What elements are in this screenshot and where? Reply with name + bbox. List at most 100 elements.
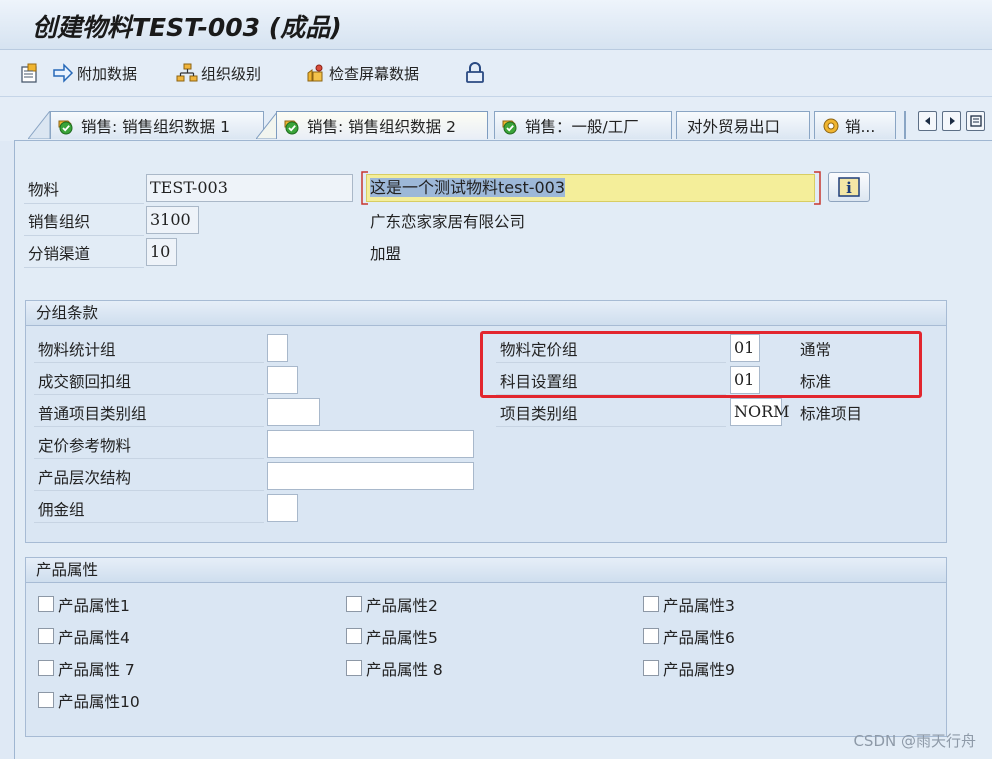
- label-underline: [24, 267, 144, 268]
- org-levels-button[interactable]: 组织级别: [176, 62, 261, 84]
- tab-edge: [28, 111, 50, 139]
- product-attribute-1-checkbox[interactable]: [38, 596, 54, 612]
- org-levels-label: 组织级别: [201, 64, 262, 83]
- item-category-group-description: 标准项目: [800, 405, 863, 423]
- material-statistics-group-field[interactable]: [267, 334, 288, 362]
- tab-label: 销售：一般/工厂: [525, 117, 639, 136]
- dist-channel-description: 加盟: [370, 245, 402, 263]
- product-attribute-5-checkbox[interactable]: [346, 628, 362, 644]
- field-focus-brackets: [361, 171, 821, 205]
- product-attribute-8-checkbox[interactable]: [346, 660, 362, 676]
- tab-list-button[interactable]: [966, 111, 985, 131]
- check-data-icon: [307, 64, 323, 82]
- label-underline: [34, 426, 264, 427]
- tab-strip: 销售: 销售组织数据 1 销售: 销售组织数据 2 销售：一般/工厂 对外贸易出…: [0, 97, 992, 141]
- tab-sales-org-2[interactable]: 销售: 销售组织数据 2: [276, 111, 488, 139]
- product-attribute-3-label: 产品属性3: [663, 597, 735, 615]
- document-icon: [21, 63, 37, 83]
- tab-label: 销...: [845, 117, 876, 136]
- product-attribute-4-label: 产品属性4: [58, 629, 130, 647]
- product-attribute-8-label: 产品属性 8: [366, 661, 443, 679]
- label-underline: [24, 235, 144, 236]
- label-underline: [34, 458, 264, 459]
- label-underline: [24, 203, 144, 204]
- highlight-box: [480, 331, 922, 398]
- additional-data-label: 附加数据: [77, 64, 138, 83]
- window-title: 创建物料TEST-003 (成品): [32, 13, 342, 42]
- tab-divider: [904, 111, 906, 139]
- volume-rebate-group-label: 成交额回扣组: [38, 373, 132, 391]
- sales-org-description: 广东恋家家居有限公司: [370, 213, 526, 231]
- dist-channel-label: 分销渠道: [28, 245, 91, 263]
- info-icon: i: [838, 177, 860, 197]
- chevron-right-icon: [949, 117, 955, 125]
- tab-label: 销售: 销售组织数据 2: [307, 117, 456, 136]
- check-screen-data-button[interactable]: 检查屏幕数据: [304, 62, 419, 84]
- dist-channel-field[interactable]: 10: [146, 238, 177, 266]
- chevron-left-icon: [924, 117, 930, 125]
- product-attribute-5-label: 产品属性5: [366, 629, 438, 647]
- tab-sales-general-plant[interactable]: 销售：一般/工厂: [494, 111, 672, 139]
- grouping-terms-title: 分组条款: [26, 301, 946, 326]
- pricing-ref-material-field[interactable]: [267, 430, 474, 458]
- tab-scroll-left-button[interactable]: [918, 111, 937, 131]
- sales-org-label: 销售组织: [28, 213, 91, 231]
- product-hierarchy-label: 产品层次结构: [38, 469, 132, 487]
- tab-sales-org-1[interactable]: 销售: 销售组织数据 1: [50, 111, 264, 139]
- settings-icon: [823, 118, 839, 133]
- product-attribute-4-checkbox[interactable]: [38, 628, 54, 644]
- product-hierarchy-field[interactable]: [267, 462, 474, 490]
- product-attribute-6-checkbox[interactable]: [643, 628, 659, 644]
- toolbar: 附加数据 组织级别 检查屏幕数据: [0, 50, 992, 97]
- tab-label: 销售: 销售组织数据 1: [81, 117, 230, 136]
- check-icon: [58, 120, 73, 134]
- additional-data-button[interactable]: 附加数据: [52, 62, 137, 84]
- product-attributes-group: 产品属性: [25, 557, 947, 737]
- material-label: 物料: [28, 181, 60, 199]
- material-field[interactable]: TEST-003: [146, 174, 353, 202]
- label-underline: [34, 362, 264, 363]
- tab-scroll-right-button[interactable]: [942, 111, 961, 131]
- product-attribute-1-label: 产品属性1: [58, 597, 130, 615]
- pricing-ref-material-label: 定价参考物料: [38, 437, 132, 455]
- watermark: CSDN @雨天行舟: [853, 732, 976, 750]
- tab-edge: [256, 111, 278, 139]
- item-category-group-label: 项目类别组: [500, 405, 578, 423]
- product-attribute-10-label: 产品属性10: [58, 693, 140, 711]
- check-icon: [502, 120, 517, 134]
- item-category-group-field[interactable]: NORM: [730, 398, 790, 426]
- check-screen-data-label: 检查屏幕数据: [329, 64, 420, 83]
- sales-org-field[interactable]: 3100: [146, 206, 199, 234]
- product-attribute-7-checkbox[interactable]: [38, 660, 54, 676]
- volume-rebate-group-field[interactable]: [267, 366, 298, 394]
- arrow-right-icon: [53, 63, 74, 83]
- title-bar: 创建物料TEST-003 (成品): [0, 0, 992, 50]
- product-attributes-title: 产品属性: [26, 558, 946, 583]
- product-attribute-2-checkbox[interactable]: [346, 596, 362, 612]
- commission-group-field[interactable]: [267, 494, 298, 522]
- product-attribute-2-label: 产品属性2: [366, 597, 438, 615]
- product-attribute-7-label: 产品属性 7: [58, 661, 135, 679]
- general-item-category-group-field[interactable]: [267, 398, 320, 426]
- label-underline: [34, 490, 264, 491]
- product-attribute-10-checkbox[interactable]: [38, 692, 54, 708]
- check-icon: [284, 120, 299, 134]
- tab-foreign-trade-export[interactable]: 对外贸易出口: [676, 111, 810, 139]
- commission-group-label: 佣金组: [38, 501, 85, 519]
- tab-list-icon: [969, 115, 982, 127]
- label-underline: [496, 426, 726, 427]
- svg-text:i: i: [846, 179, 852, 197]
- material-statistics-group-label: 物料统计组: [38, 341, 116, 359]
- info-button[interactable]: i: [828, 172, 870, 202]
- label-underline: [34, 522, 264, 523]
- general-item-category-group-label: 普通项目类别组: [38, 405, 147, 423]
- tab-label: 对外贸易出口: [687, 117, 781, 136]
- product-attribute-3-checkbox[interactable]: [643, 596, 659, 612]
- tab-sales-more[interactable]: 销...: [814, 111, 896, 139]
- label-underline: [34, 394, 264, 395]
- org-chart-icon: [176, 63, 198, 82]
- product-attribute-9-checkbox[interactable]: [643, 660, 659, 676]
- lock-button[interactable]: [464, 62, 489, 84]
- product-attribute-6-label: 产品属性6: [663, 629, 735, 647]
- new-entry-button[interactable]: [20, 62, 47, 84]
